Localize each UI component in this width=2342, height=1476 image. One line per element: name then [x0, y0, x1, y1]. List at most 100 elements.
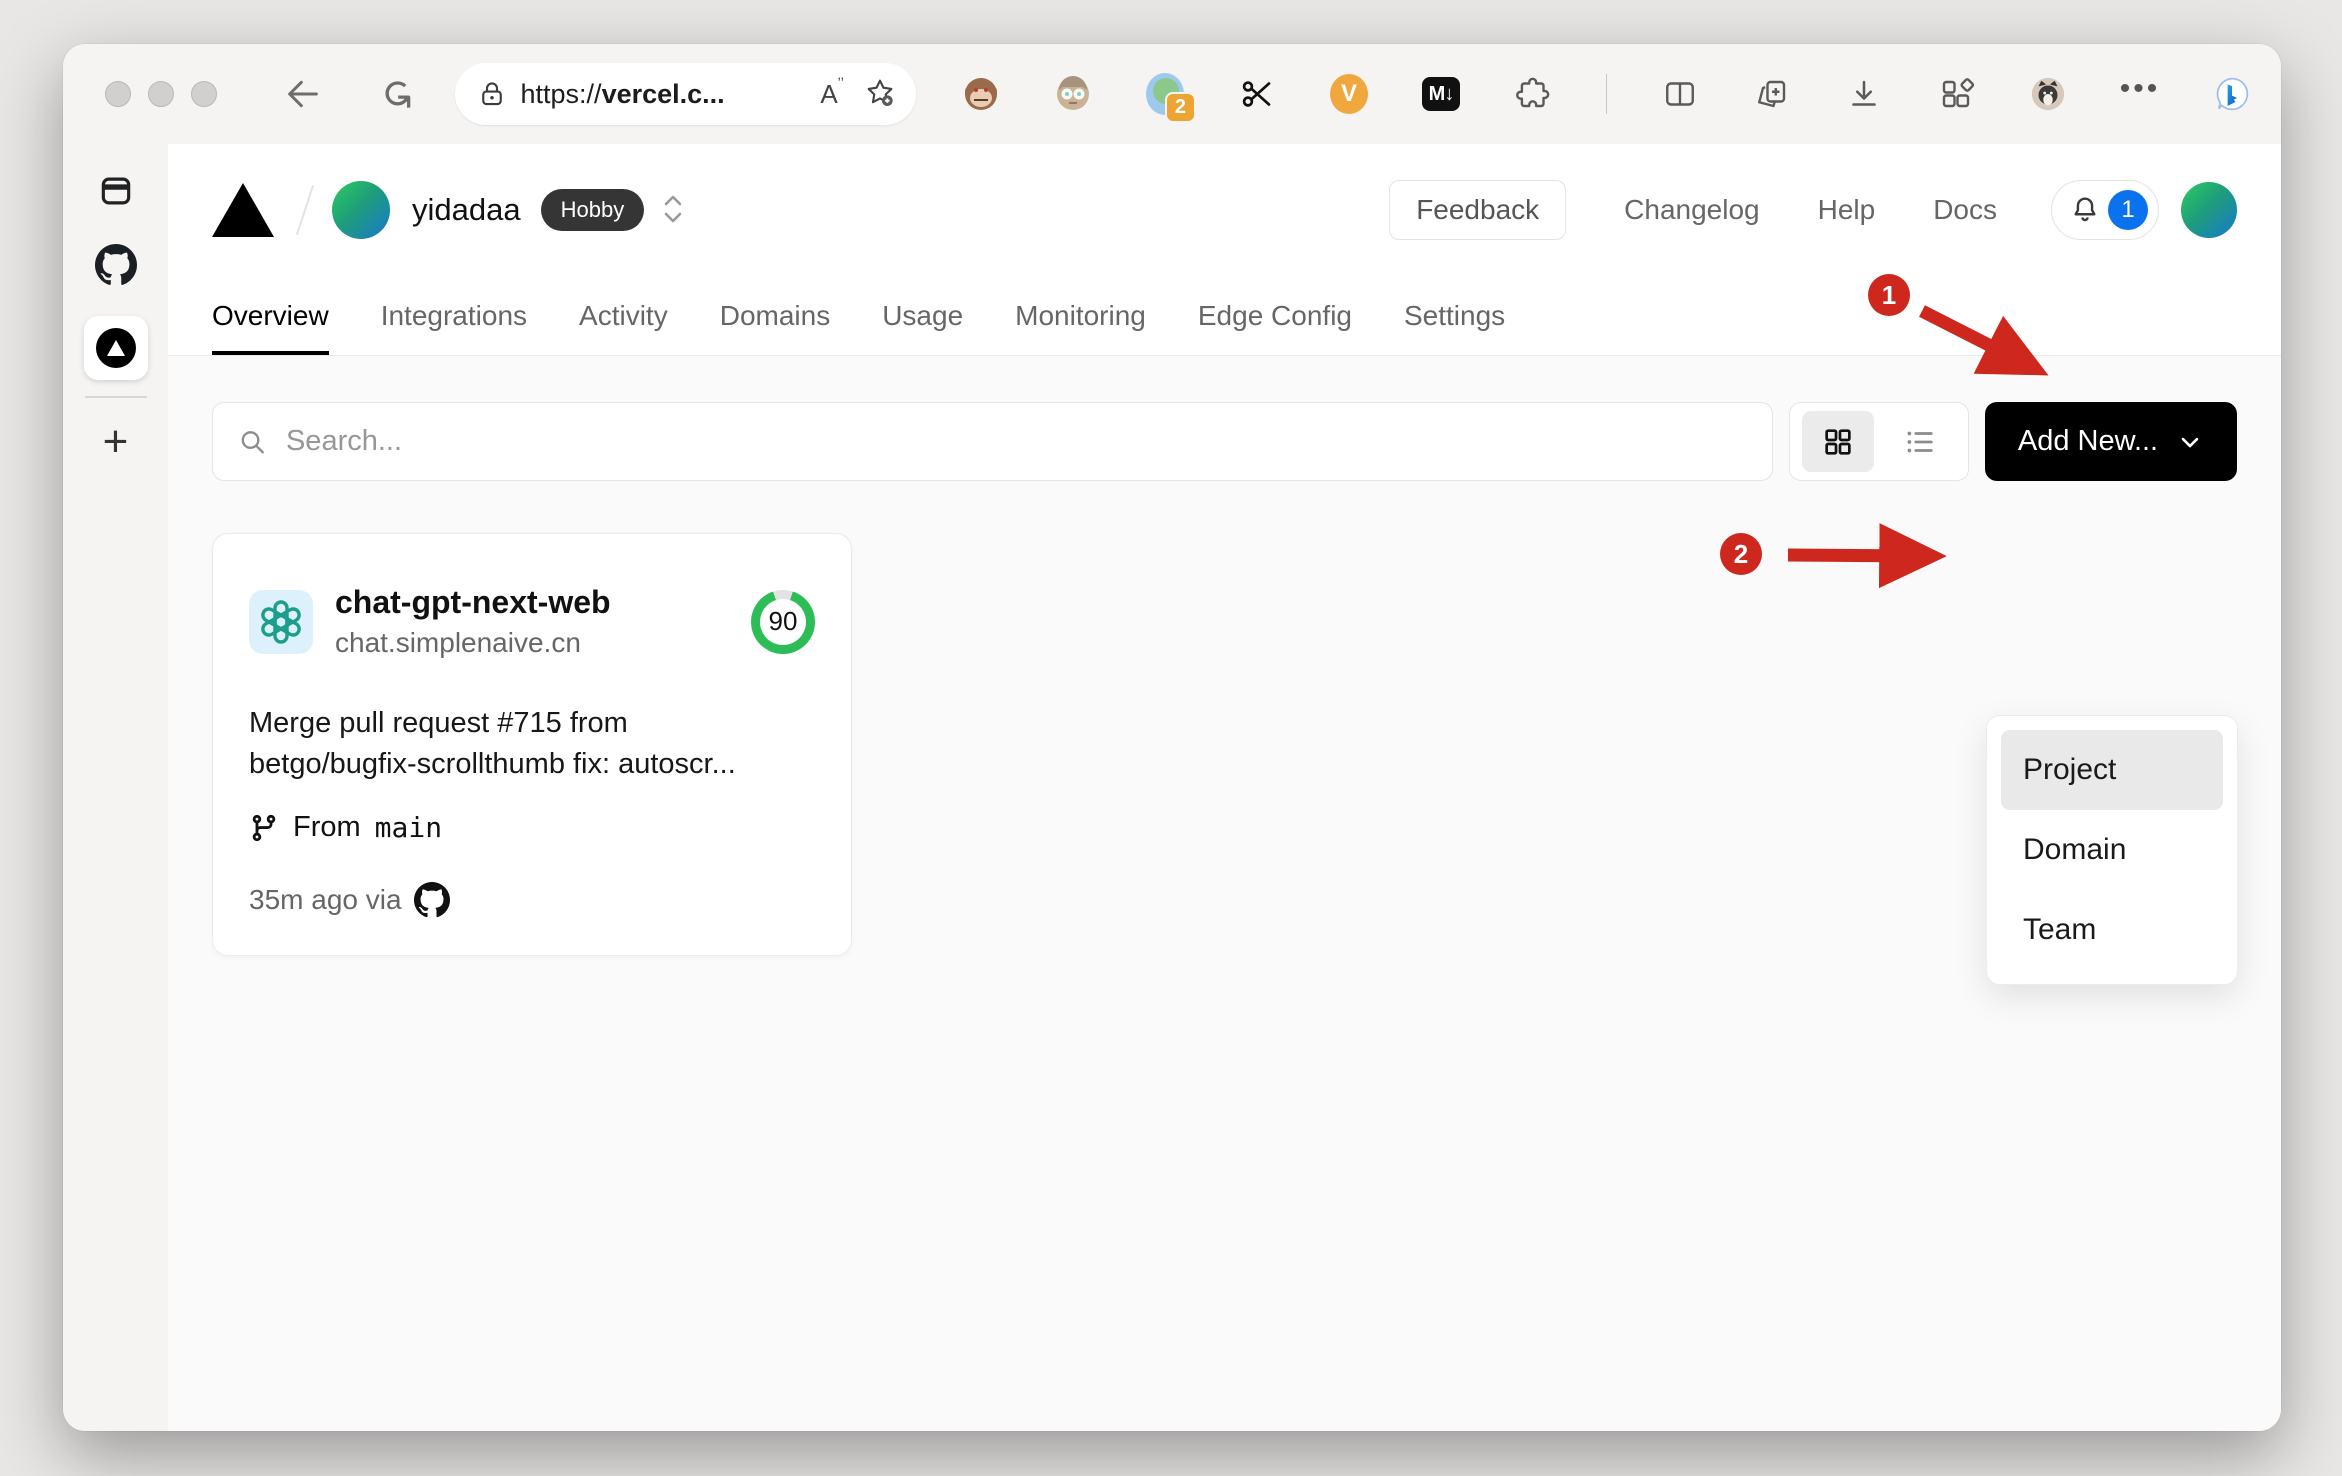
extensions-puzzle-icon[interactable] [1514, 75, 1552, 113]
avatar-extension-icon[interactable] [1054, 75, 1092, 113]
branch-row: From main [249, 811, 815, 844]
tab-overview[interactable]: Overview [212, 276, 329, 355]
collections-icon[interactable] [1753, 75, 1791, 113]
deploy-time: 35m ago via [249, 884, 402, 915]
download-icon[interactable] [1845, 75, 1883, 113]
traffic-lights [105, 81, 217, 107]
dashboard-content: Add New... Project Domain Team [168, 356, 2281, 1431]
markdown-extension-icon[interactable]: M↓ [1422, 75, 1460, 113]
dropdown-item-domain[interactable]: Domain [2001, 810, 2223, 890]
reload-button[interactable]: ↻ [372, 74, 419, 114]
tab-panel-icon[interactable] [97, 172, 135, 210]
plan-badge: Hobby [540, 189, 645, 231]
controls-row: Add New... [212, 402, 2237, 481]
tab-monitoring[interactable]: Monitoring [1015, 276, 1146, 355]
proxy-badge: 2 [1164, 92, 1196, 123]
github-icon [413, 882, 450, 918]
sidebar-divider [84, 396, 147, 398]
notifications-button[interactable]: 1 [2051, 180, 2159, 240]
grid-view-button[interactable] [1802, 411, 1874, 472]
more-menu-icon[interactable]: ••• [2120, 72, 2159, 113]
workspaces-grid-icon[interactable] [1937, 75, 1975, 113]
grid-view-icon [1825, 428, 1851, 455]
browser-body: + yidadaa Hobby Feedback Changelog Help … [63, 144, 2281, 1431]
project-card[interactable]: chat-gpt-next-web chat.simplenaive.cn 90… [212, 533, 852, 956]
chevron-updown-icon [664, 195, 682, 222]
zoom-window-button[interactable] [191, 81, 217, 107]
tab-integrations[interactable]: Integrations [381, 276, 527, 355]
vertical-tabs-sidebar: + [63, 144, 168, 1431]
help-link[interactable]: Help [1818, 194, 1876, 226]
project-name: chat-gpt-next-web [335, 584, 611, 620]
tab-usage[interactable]: Usage [882, 276, 963, 355]
search-icon [241, 430, 264, 453]
bing-chat-icon[interactable] [2213, 75, 2251, 113]
list-view-button[interactable] [1884, 411, 1956, 472]
search-input[interactable] [285, 425, 1748, 458]
annotation-step-2: 2 [1720, 533, 1762, 575]
monkey-extension-icon[interactable] [962, 75, 1000, 113]
search-box [212, 402, 1773, 481]
chevron-down-icon [2181, 437, 2199, 447]
score-ring: 90 [751, 589, 815, 654]
project-domain[interactable]: chat.simplenaive.cn [335, 627, 611, 659]
split-screen-icon[interactable] [1661, 75, 1699, 113]
vercel-favicon [95, 328, 136, 368]
read-aloud-icon[interactable]: A ʼʼ [820, 75, 844, 110]
bell-icon [2074, 197, 2096, 222]
vercel-active-tab[interactable] [83, 316, 148, 380]
project-title-block: chat-gpt-next-web chat.simplenaive.cn [335, 584, 611, 659]
dropdown-item-project[interactable]: Project [2001, 730, 2223, 810]
back-arrow-icon [288, 80, 318, 108]
browser-toolbar: ↻ https://vercel.c... A ʼʼ 2 V M↓ ••• [63, 44, 2281, 144]
git-branch-icon [252, 814, 276, 841]
back-button[interactable] [283, 74, 323, 114]
add-favorite-icon[interactable] [864, 76, 896, 113]
reload-icon: ↻ [372, 77, 419, 111]
team-name: yidadaa [412, 192, 521, 227]
toolbar-divider [1606, 74, 1607, 114]
browser-window: ↻ https://vercel.c... A ʼʼ 2 V M↓ ••• + … [63, 44, 2281, 1431]
close-window-button[interactable] [105, 81, 131, 107]
v-extension-icon[interactable]: V [1330, 74, 1368, 114]
proxy-extension-icon[interactable]: 2 [1146, 73, 1196, 123]
github-tab-icon[interactable] [94, 244, 137, 286]
team-avatar[interactable] [332, 181, 390, 239]
docs-link[interactable]: Docs [1933, 194, 1997, 226]
site-header: yidadaa Hobby Feedback Changelog Help Do… [168, 144, 2281, 276]
tab-settings[interactable]: Settings [1404, 276, 1505, 355]
tab-edge-config[interactable]: Edge Config [1198, 276, 1352, 355]
add-new-dropdown: Project Domain Team [1986, 715, 2238, 985]
dropdown-item-team[interactable]: Team [2001, 890, 2223, 970]
view-toggle [1789, 402, 1969, 481]
score-value: 90 [768, 606, 798, 636]
commit-line-2: betgo/bugfix-scrollthumb fix: autoscr... [249, 748, 736, 780]
v-circle: V [1330, 74, 1368, 114]
notification-count: 1 [2108, 190, 2148, 230]
user-avatar[interactable] [2181, 182, 2237, 238]
deploy-time-row: 35m ago via [249, 882, 815, 918]
feedback-button[interactable]: Feedback [1389, 180, 1567, 240]
tab-domains[interactable]: Domains [720, 276, 830, 355]
team-switcher-button[interactable] [660, 192, 686, 229]
vercel-logo[interactable] [212, 183, 274, 237]
profile-avatar-icon[interactable] [2029, 75, 2067, 113]
add-new-button[interactable]: Add New... [1985, 402, 2237, 481]
annotation-step-1: 1 [1868, 274, 1910, 316]
tab-activity[interactable]: Activity [579, 276, 668, 355]
vercel-page: yidadaa Hobby Feedback Changelog Help Do… [168, 144, 2281, 1431]
lock-icon [481, 82, 502, 106]
add-new-label: Add New... [2017, 425, 2159, 457]
header-right: Feedback Changelog Help Docs 1 [1389, 180, 2237, 240]
project-card-header: chat-gpt-next-web chat.simplenaive.cn 90 [249, 584, 815, 659]
commit-line-1: Merge pull request #715 from [249, 707, 628, 739]
markdown-badge: M↓ [1422, 77, 1460, 111]
scissors-extension-icon[interactable] [1238, 75, 1276, 113]
minimize-window-button[interactable] [148, 81, 174, 107]
address-bar[interactable]: https://vercel.c... A ʼʼ [454, 63, 916, 125]
dashboard-tabs: Overview Integrations Activity Domains U… [168, 276, 2281, 356]
changelog-link[interactable]: Changelog [1624, 194, 1759, 226]
project-favicon [249, 589, 313, 654]
branch-prefix: From [293, 811, 361, 843]
new-tab-button[interactable]: + [103, 420, 129, 464]
